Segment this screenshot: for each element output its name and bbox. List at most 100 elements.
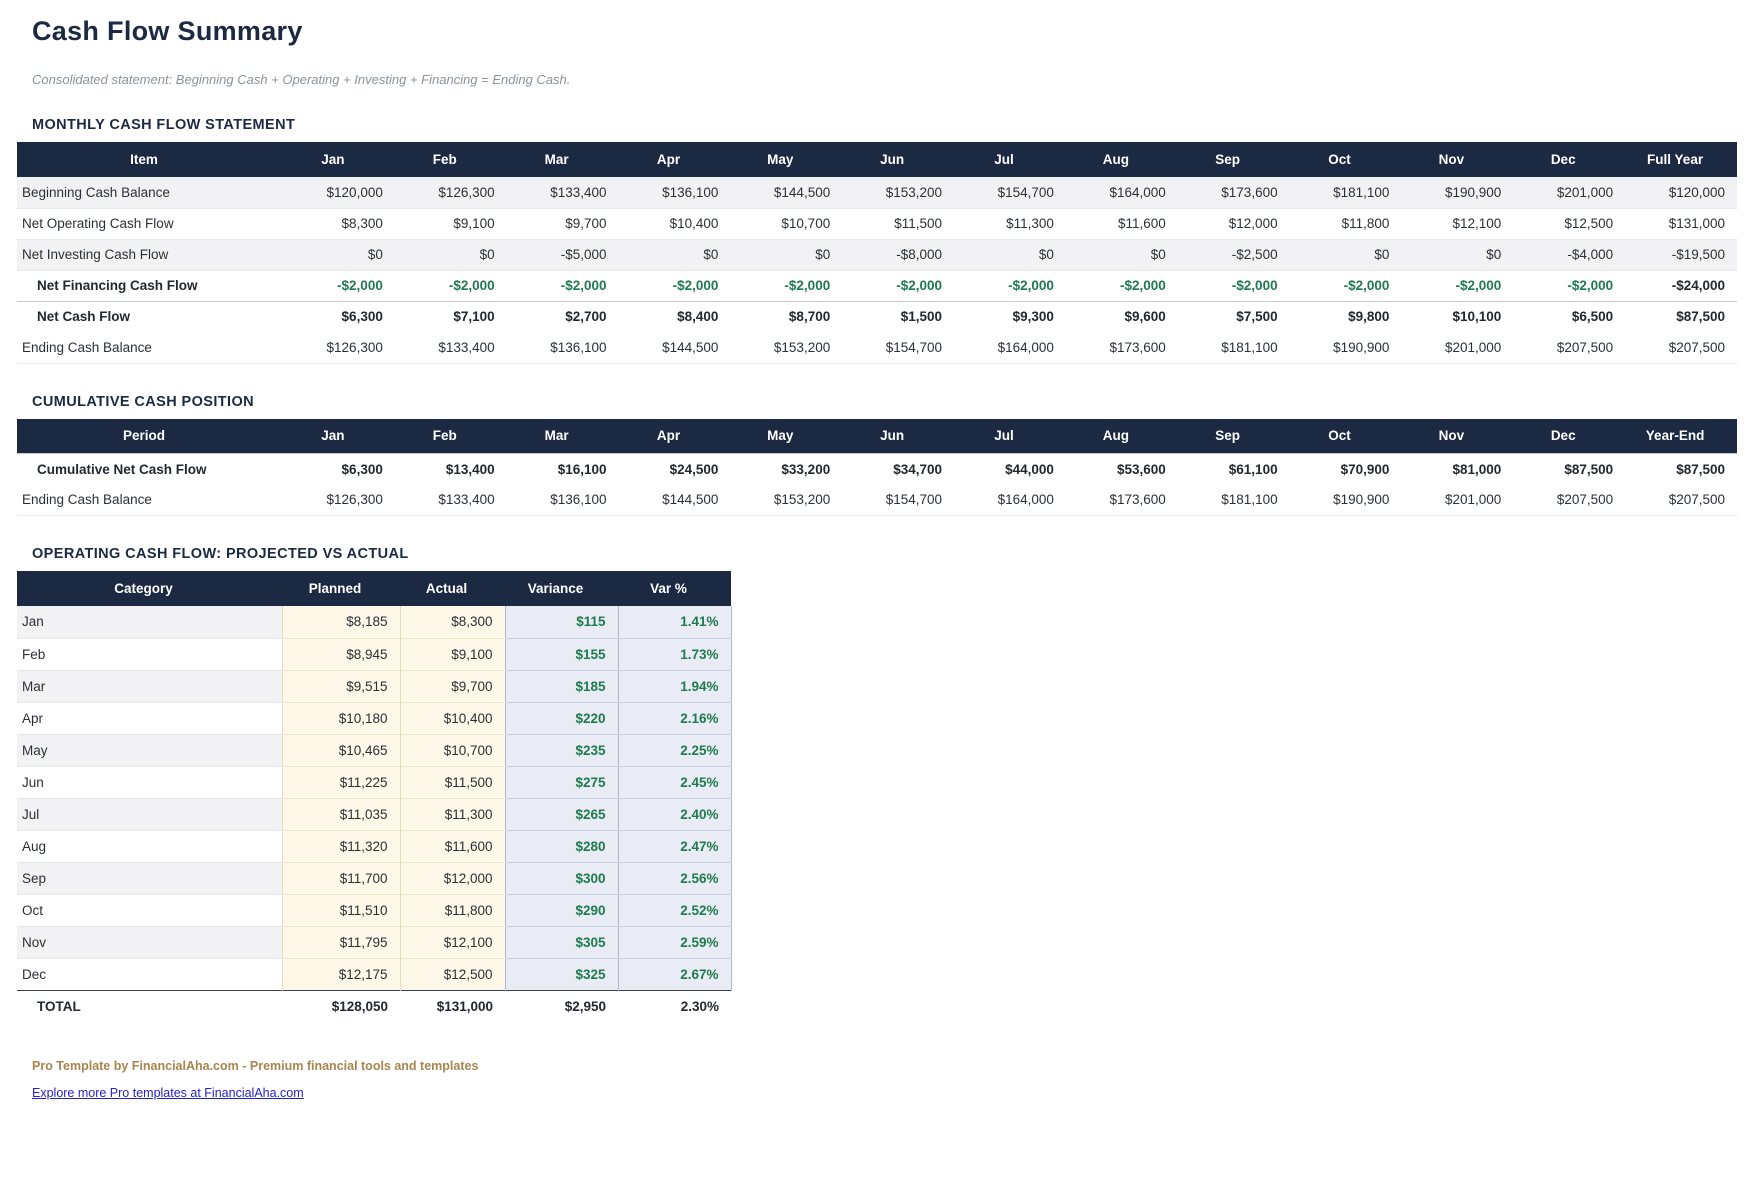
cell-feb: $9,100 — [395, 208, 507, 239]
column-header: Mar — [507, 142, 619, 177]
row-label: Dec — [17, 958, 282, 990]
cell-feb: $126,300 — [395, 177, 507, 208]
column-header: Jul — [954, 419, 1066, 454]
variance-table-body: Jan $8,185 $8,300 $115 1.41% Feb $8,945 … — [17, 606, 731, 990]
table-row: Jul $11,035 $11,300 $265 2.40% — [17, 798, 731, 830]
cell-jun: -$8,000 — [842, 239, 954, 270]
column-header: Nov — [1401, 419, 1513, 454]
cell-planned: $11,510 — [282, 894, 400, 926]
cell-mar: $16,100 — [507, 454, 619, 485]
table-row: Ending Cash Balance $126,300 $133,400 $1… — [17, 332, 1737, 363]
cell-nov: $190,900 — [1401, 177, 1513, 208]
column-header: Period — [17, 419, 283, 454]
cell-jun: -$2,000 — [842, 270, 954, 301]
cell-variance: $220 — [505, 702, 618, 734]
cell-mar: $133,400 — [507, 177, 619, 208]
cell-var-pct: 1.41% — [618, 606, 731, 638]
cell-variance: $325 — [505, 958, 618, 990]
row-label: Oct — [17, 894, 282, 926]
cell-actual: $9,700 — [400, 670, 505, 702]
cell-actual: $11,500 — [400, 766, 505, 798]
cell-nov: $201,000 — [1401, 332, 1513, 363]
cell-nov: -$2,000 — [1401, 270, 1513, 301]
cumulative-table-header: PeriodJanFebMarAprMayJunJulAugSepOctNovD… — [17, 419, 1737, 454]
cell-var-pct: 2.56% — [618, 862, 731, 894]
cell-jun: $154,700 — [842, 332, 954, 363]
cell-actual: $9,100 — [400, 638, 505, 670]
cell-jul: $154,700 — [954, 177, 1066, 208]
cell-var-pct: 2.25% — [618, 734, 731, 766]
row-label: May — [17, 734, 282, 766]
cell-planned: $10,180 — [282, 702, 400, 734]
cell-full-year: $207,500 — [1625, 332, 1737, 363]
cell-variance: $155 — [505, 638, 618, 670]
cell-var-pct: 2.40% — [618, 798, 731, 830]
row-label: Sep — [17, 862, 282, 894]
column-header: May — [730, 142, 842, 177]
cell-dec: -$2,000 — [1513, 270, 1625, 301]
cell-jun: $153,200 — [842, 177, 954, 208]
column-header: Oct — [1290, 419, 1402, 454]
column-header: Var % — [618, 571, 731, 606]
column-header: Year-End — [1625, 419, 1737, 454]
cell-oct: $0 — [1290, 239, 1402, 270]
row-label: Net Investing Cash Flow — [17, 239, 283, 270]
column-header: Jan — [283, 419, 395, 454]
cell-jan: $126,300 — [283, 485, 395, 516]
footer-link[interactable]: Explore more Pro templates at FinancialA… — [32, 1086, 304, 1100]
cell-mar: -$2,000 — [507, 270, 619, 301]
cell-oct: $190,900 — [1290, 332, 1402, 363]
cumulative-cash-position-table: PeriodJanFebMarAprMayJunJulAugSepOctNovD… — [17, 419, 1737, 517]
cell-aug: $0 — [1066, 239, 1178, 270]
cell-full-year: $131,000 — [1625, 208, 1737, 239]
header-row: ItemJanFebMarAprMayJunJulAugSepOctNovDec… — [17, 142, 1737, 177]
cell-actual: $12,100 — [400, 926, 505, 958]
column-header: Jan — [283, 142, 395, 177]
cell-variance: $185 — [505, 670, 618, 702]
cell-mar: $9,700 — [507, 208, 619, 239]
row-label: Jul — [17, 798, 282, 830]
cell-actual: $8,300 — [400, 606, 505, 638]
cell-jan: $0 — [283, 239, 395, 270]
cell-feb: $7,100 — [395, 301, 507, 332]
table-row: Jun $11,225 $11,500 $275 2.45% — [17, 766, 731, 798]
cell-var-pct: 1.94% — [618, 670, 731, 702]
column-header: Aug — [1066, 419, 1178, 454]
cell-jun: $1,500 — [842, 301, 954, 332]
cell-actual: $11,600 — [400, 830, 505, 862]
cell-feb: $0 — [395, 239, 507, 270]
column-header: Aug — [1066, 142, 1178, 177]
cell-var-pct: 2.52% — [618, 894, 731, 926]
cell-dec: $12,500 — [1513, 208, 1625, 239]
cell-mar: -$5,000 — [507, 239, 619, 270]
table-row: Apr $10,180 $10,400 $220 2.16% — [17, 702, 731, 734]
row-label: Nov — [17, 926, 282, 958]
row-label: Jan — [17, 606, 282, 638]
cell-dec: $6,500 — [1513, 301, 1625, 332]
table-row: Net Investing Cash Flow $0 $0 -$5,000 $0… — [17, 239, 1737, 270]
cell-nov: $10,100 — [1401, 301, 1513, 332]
column-header: Feb — [395, 142, 507, 177]
table-row: Cumulative Net Cash Flow $6,300 $13,400 … — [17, 454, 1737, 485]
column-header: Feb — [395, 419, 507, 454]
cell-nov: $201,000 — [1401, 485, 1513, 516]
cell-planned: $11,035 — [282, 798, 400, 830]
cell-apr: $136,100 — [619, 177, 731, 208]
cell-apr: $10,400 — [619, 208, 731, 239]
cell-jul: $164,000 — [954, 485, 1066, 516]
cell-year-end: $207,500 — [1625, 485, 1737, 516]
variance-table-header: CategoryPlannedActualVarianceVar % — [17, 571, 731, 606]
total-variance: $2,950 — [505, 990, 618, 1023]
cell-oct: -$2,000 — [1290, 270, 1402, 301]
cell-dec: $201,000 — [1513, 177, 1625, 208]
cell-planned: $12,175 — [282, 958, 400, 990]
cell-planned: $8,185 — [282, 606, 400, 638]
cell-actual: $10,700 — [400, 734, 505, 766]
cell-jan: $6,300 — [283, 301, 395, 332]
cell-nov: $81,000 — [1401, 454, 1513, 485]
column-header: Sep — [1178, 142, 1290, 177]
monthly-section-heading: MONTHLY CASH FLOW STATEMENT — [32, 117, 1757, 133]
total-planned: $128,050 — [282, 990, 400, 1023]
cell-sep: $7,500 — [1178, 301, 1290, 332]
cell-variance: $275 — [505, 766, 618, 798]
